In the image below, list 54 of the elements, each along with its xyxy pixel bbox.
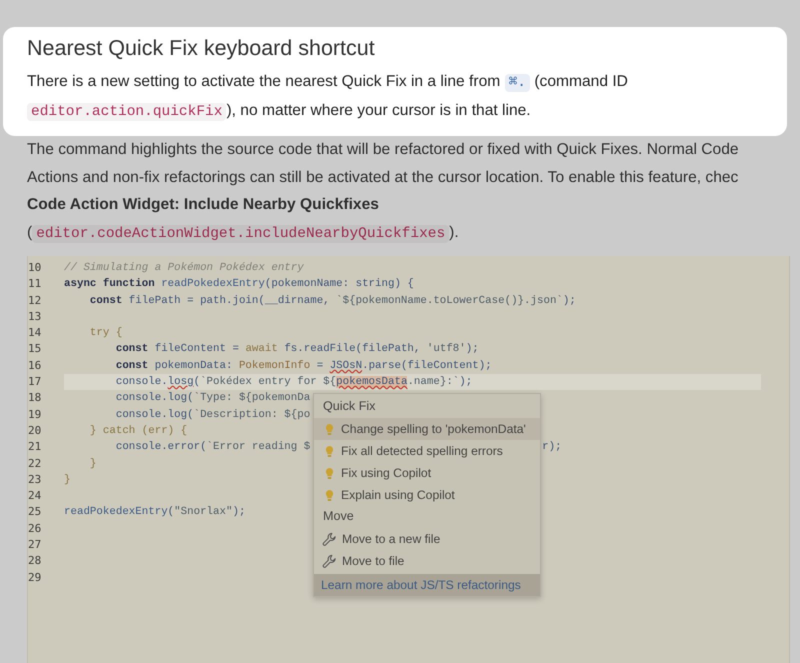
line-number: 13 bbox=[28, 308, 42, 325]
code-line: try { bbox=[88, 326, 122, 342]
code-line: readPokedexEntry("Snorlax"); bbox=[64, 505, 246, 520]
code-line: console.log(`Type: ${pokemonDa bbox=[114, 391, 310, 406]
code-line: const filePath = path.join(__dirname, `${pokemonName.toLowerCase()}.json`); bbox=[88, 294, 576, 309]
code-line: } bbox=[64, 472, 70, 488]
line-number: 21 bbox=[28, 439, 42, 456]
line-number: 19 bbox=[28, 406, 42, 423]
line-number: 23 bbox=[28, 472, 42, 488]
menu-item[interactable]: Move to a new file bbox=[314, 528, 540, 550]
line-number: 18 bbox=[28, 390, 42, 406]
wrench-icon bbox=[322, 532, 337, 546]
inline-code: editor.codeActionWidget.includeNearbyQuickfixes bbox=[32, 224, 450, 242]
paragraph-line: Actions and non-fix refactorings can still be activated at the cursor location. To enable this feature, chec bbox=[27, 168, 740, 188]
code-line: } bbox=[88, 456, 96, 472]
code-line-fragment: r); bbox=[542, 440, 562, 456]
wrench-icon bbox=[322, 554, 337, 568]
line-number: 25 bbox=[28, 504, 42, 520]
code-line: // Simulating a Pokémon Pokédex entry bbox=[64, 261, 304, 276]
menu-item[interactable]: Fix using Copilot bbox=[314, 462, 540, 484]
line-number: 24 bbox=[28, 488, 42, 504]
paragraph-line: The command highlights the source code that will be refactored or fixed with Quick Fixes. Normal Code bbox=[27, 140, 740, 160]
line-number: 29 bbox=[28, 570, 42, 586]
code-line: } catch (err) { bbox=[88, 424, 188, 439]
line-number: 15 bbox=[28, 341, 42, 358]
line-number: 22 bbox=[28, 456, 42, 472]
section-title: Nearest Quick Fix keyboard shortcut bbox=[27, 35, 376, 62]
line-number: 27 bbox=[28, 537, 42, 554]
keybinding: ⌘. bbox=[504, 74, 530, 92]
menu-item[interactable]: Move to file bbox=[314, 550, 540, 572]
line-number: 17 bbox=[28, 374, 42, 390]
menu-item[interactable]: Fix all detected spelling errors bbox=[314, 440, 540, 462]
line-number: 20 bbox=[28, 422, 42, 439]
line-number: 14 bbox=[28, 325, 42, 342]
paragraph-line: ( editor.codeActionWidget.includeNearbyQuickfixes ). bbox=[27, 222, 460, 244]
inline-code: editor.action.quickFix bbox=[27, 103, 226, 121]
line-number: 11 bbox=[28, 276, 42, 292]
line-number: 10 bbox=[28, 260, 42, 276]
menu-section-heading: Quick Fix bbox=[322, 398, 376, 415]
code-line: console.log(`Description: ${po bbox=[114, 408, 310, 423]
line-number: 12 bbox=[28, 292, 42, 309]
menu-section-heading: Move bbox=[322, 508, 355, 525]
code-line: async function readPokedexEntry(pokemonName: string) { bbox=[64, 277, 414, 292]
paragraph: There is a new setting to activate the nearest Quick Fix in a line from ⌘. (command ID editor.action.quickFix ), no matter where your cursor is in that line. bbox=[27, 72, 629, 123]
line-number: 28 bbox=[28, 553, 42, 570]
menu-item[interactable]: Change spelling to 'pokemonData' bbox=[314, 418, 540, 440]
line-number: 16 bbox=[28, 358, 42, 374]
setting-name: Code Action Widget: Include Nearby Quickfixes bbox=[27, 195, 380, 215]
line-number: 26 bbox=[28, 520, 42, 537]
code-line: const fileContent = await fs.readFile(filePath, 'utf8'); bbox=[114, 342, 479, 358]
code-line: const pokemonData: PokemonInfo = JSOsN.parse(fileContent); bbox=[114, 358, 492, 374]
code-line: console.error(`Error reading $ bbox=[114, 440, 310, 456]
menu-item[interactable]: Explain using Copilot bbox=[314, 484, 540, 506]
learn-more-link[interactable]: Learn more about JS/TS refactorings bbox=[314, 574, 540, 596]
